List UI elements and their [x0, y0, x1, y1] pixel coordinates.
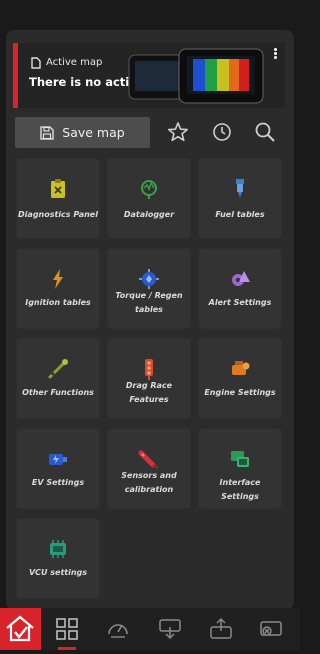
diagnostics-clipboard-icon — [51, 179, 65, 198]
tile-label: Drag Race Features — [125, 381, 173, 404]
sensor-icon — [138, 450, 159, 469]
search-icon[interactable] — [254, 121, 276, 143]
tile-label: Alert Settings — [208, 298, 272, 307]
drag-race-tree-icon — [145, 359, 153, 380]
download-device-icon[interactable] — [158, 617, 182, 641]
engine-icon — [232, 361, 250, 375]
disconnect-device-icon[interactable] — [259, 617, 283, 641]
active-map-banner[interactable]: Active map There is no active map — [13, 43, 285, 108]
tile-torque-regen-tables[interactable]: Torque / Regen tables — [107, 248, 191, 329]
dashboard-gauge-icon[interactable] — [106, 617, 130, 641]
home-button[interactable] — [0, 608, 41, 650]
vcu-icon — [50, 540, 66, 558]
save-map-label: Save map — [62, 125, 125, 140]
tile-label: Other Functions — [22, 388, 94, 397]
more-options-icon[interactable] — [271, 47, 279, 63]
tile-drag-race-features[interactable]: Drag Race Features — [107, 338, 191, 419]
save-map-button[interactable]: Save map — [15, 117, 150, 148]
home-icon — [6, 615, 34, 642]
banner-label: Active map — [46, 57, 103, 68]
interface-icon — [231, 451, 249, 467]
save-floppy-icon — [40, 125, 54, 140]
tile-engine-settings[interactable]: Engine Settings — [198, 338, 282, 419]
fuel-injector-icon — [236, 179, 244, 198]
tile-label: Diagnostics Panel — [18, 210, 98, 219]
tile-label: Interface Settings — [219, 478, 261, 501]
upload-device-icon[interactable] — [209, 617, 233, 641]
document-icon — [31, 57, 41, 69]
tile-label: Datalogger — [123, 210, 175, 219]
other-functions-icon — [48, 359, 68, 379]
datalogger-icon — [141, 180, 157, 199]
star-icon[interactable] — [167, 121, 189, 143]
tile-diagnostics-panel[interactable]: Diagnostics Panel — [16, 158, 100, 239]
bottom-navigation — [0, 608, 300, 650]
tile-label: Fuel tables — [215, 210, 265, 219]
tile-label: Ignition tables — [25, 298, 91, 307]
tile-ev-settings[interactable]: EV Settings — [16, 428, 100, 509]
alert-settings-icon — [232, 271, 250, 286]
clock-icon[interactable] — [211, 121, 233, 143]
grid-menu-icon[interactable] — [55, 617, 79, 641]
banner-accent-bar — [13, 43, 18, 108]
tile-datalogger[interactable]: Datalogger — [107, 158, 191, 239]
tile-label: VCU settings — [28, 568, 88, 577]
tile-fuel-tables[interactable]: Fuel tables — [198, 158, 282, 239]
tile-label: EV Settings — [31, 478, 85, 487]
ecu-display-image — [128, 48, 264, 104]
tile-other-functions[interactable]: Other Functions — [16, 338, 100, 419]
ev-motor-icon — [49, 454, 67, 465]
tile-label: Sensors and calibration — [121, 471, 177, 494]
tile-interface-settings[interactable]: Interface Settings — [198, 428, 282, 509]
tile-label: Torque / Regen tables — [115, 291, 183, 314]
tile-alert-settings[interactable]: Alert Settings — [198, 248, 282, 329]
tile-label: Engine Settings — [204, 388, 276, 397]
tile-sensors-calibration[interactable]: Sensors and calibration — [107, 428, 191, 509]
tile-ignition-tables[interactable]: Ignition tables — [16, 248, 100, 329]
torque-regen-icon — [139, 269, 159, 289]
ignition-bolt-icon — [53, 269, 63, 289]
tile-vcu-settings[interactable]: VCU settings — [16, 518, 100, 599]
